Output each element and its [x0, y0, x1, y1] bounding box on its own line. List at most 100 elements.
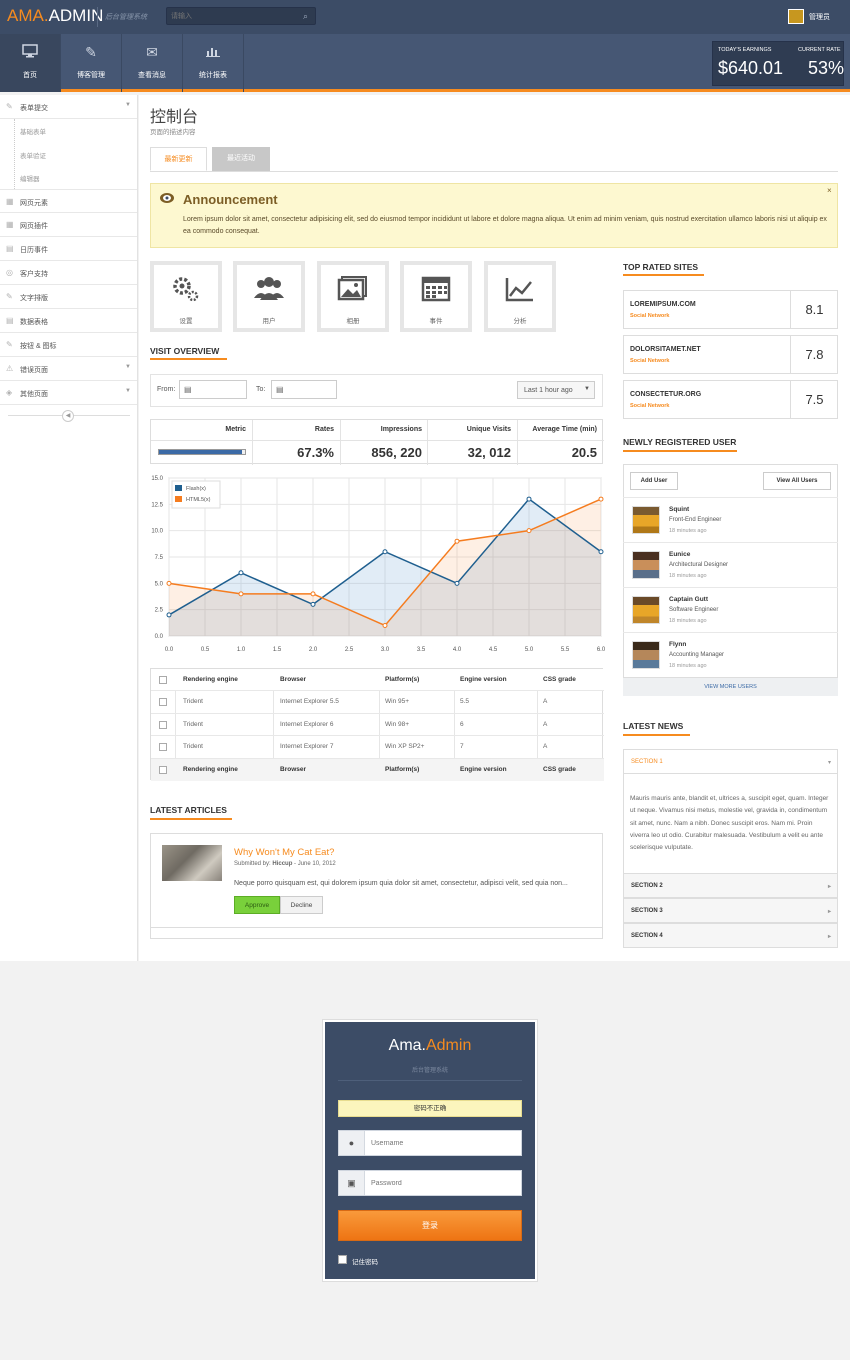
- sidebar-item-label: 网页插件: [20, 223, 48, 230]
- sidebar-item-forms[interactable]: ✎ 表单提交 ▼: [0, 95, 137, 119]
- sidebar-item-support[interactable]: ◎ 客户支持: [0, 261, 137, 285]
- user-list-item[interactable]: Flynn Accounting Manager 18 minutes ago: [623, 632, 838, 677]
- user-list-item[interactable]: Captain Gutt Software Engineer 18 minutes …: [623, 587, 838, 632]
- article-footer-divider: [150, 927, 603, 928]
- top-site-item[interactable]: LOREMIPSUM.COM Social Network 8.1: [623, 290, 838, 329]
- chart-x-tick-label: 6.0: [597, 647, 606, 653]
- search-input[interactable]: [171, 10, 291, 22]
- nav-item-home[interactable]: 首页: [0, 34, 61, 92]
- view-all-users-button[interactable]: View All Users: [763, 472, 831, 490]
- time-range-select[interactable]: Last 1 hour ago ▼: [517, 381, 595, 399]
- sidebar-item-elements[interactable]: ▦ 网页元素: [0, 189, 137, 213]
- site-score: 8.1: [790, 291, 838, 328]
- sidebar-item-typography[interactable]: ✎ 文字排版: [0, 285, 137, 309]
- pictures-icon: [321, 274, 385, 308]
- sidebar-subitem-basic-form[interactable]: 基础表单: [20, 126, 46, 136]
- chart-x-tick-label: 4.0: [453, 647, 462, 653]
- remember-label[interactable]: 记住密码: [352, 1256, 378, 1266]
- top-site-item[interactable]: DOLORSITAMET.NET Social Network 7.8: [623, 335, 838, 374]
- user-avatar[interactable]: [788, 9, 804, 24]
- accordion-section-4[interactable]: SECTION 4 ▸: [623, 923, 838, 948]
- user-list-item[interactable]: Eunice Architectural Designer 18 minutes a…: [623, 542, 838, 587]
- sidebar-subitem-editor[interactable]: 编辑器: [20, 173, 40, 183]
- table-cell: Win 95+: [385, 698, 410, 706]
- table-cell: Trident: [183, 698, 203, 706]
- user-list-item[interactable]: Squint Front-End Engineer 18 minutes ago: [623, 497, 838, 542]
- nav-item-blog[interactable]: ✎ 博客管理: [61, 34, 122, 92]
- nav-item-messages[interactable]: ✉ 查看消息: [122, 34, 183, 92]
- page-title: 控制台: [150, 109, 199, 126]
- table-cell: A: [543, 720, 548, 728]
- site-score: 7.8: [790, 336, 838, 373]
- user-name[interactable]: 管理员: [809, 12, 830, 22]
- to-date-input[interactable]: ▤: [271, 380, 337, 399]
- sidebar-item-buttons[interactable]: ✎ 按钮 & 图标: [0, 333, 137, 357]
- tile-users[interactable]: 用户: [233, 261, 305, 332]
- table-cell: A: [543, 698, 548, 706]
- table-header-cell[interactable]: Browser: [280, 676, 306, 683]
- table-header-cell[interactable]: Rendering engine: [183, 676, 238, 683]
- approve-button[interactable]: Approve: [234, 896, 280, 914]
- grid-icon: ▦: [6, 197, 14, 206]
- sidebar-item-label: 错误页面: [20, 367, 48, 374]
- visit-overview-heading: VISIT OVERVIEW: [150, 346, 220, 356]
- password-input[interactable]: [371, 1177, 511, 1189]
- accordion-section-1[interactable]: SECTION 1 ▾: [623, 749, 838, 774]
- sidebar-collapse-button[interactable]: ◀: [62, 410, 74, 422]
- sidebar-item-calendar[interactable]: ▤ 日历事件: [0, 237, 137, 261]
- nav-item-reports[interactable]: 统计报表: [183, 34, 244, 92]
- latest-news-heading: LATEST NEWS: [623, 721, 684, 731]
- bar-chart-icon: [183, 44, 243, 64]
- table-header-cell[interactable]: Engine version: [460, 676, 507, 683]
- accordion-section-2[interactable]: SECTION 2 ▸: [623, 873, 838, 898]
- row-checkbox[interactable]: [159, 743, 167, 752]
- top-site-item[interactable]: CONSECTETUR.ORG Social Network 7.5: [623, 380, 838, 419]
- chart-x-tick-label: 4.5: [489, 647, 498, 653]
- tab-recent-activity[interactable]: 最近活动: [212, 147, 270, 171]
- to-label: To:: [256, 386, 266, 393]
- sidebar-subitem-form-validation[interactable]: 表单验证: [20, 150, 46, 160]
- username-input[interactable]: [371, 1137, 511, 1149]
- logo-ama: AMA.: [7, 6, 49, 25]
- select-all-checkbox[interactable]: [159, 676, 167, 684]
- sidebar-item-other-pages[interactable]: ◈ 其他页面 ▼: [0, 381, 137, 405]
- lock-icon: ▣: [339, 1171, 365, 1195]
- nav-label: 博客管理: [77, 72, 105, 79]
- user-item-role: Front-End Engineer: [669, 517, 722, 523]
- tile-events[interactable]: 事件: [400, 261, 472, 332]
- decline-button[interactable]: Decline: [280, 896, 323, 914]
- from-date-input[interactable]: ▤: [179, 380, 247, 399]
- chart-x-tick-label: 1.5: [273, 647, 282, 653]
- table-header-cell[interactable]: CSS grade: [543, 676, 576, 683]
- tab-latest-updates[interactable]: 最新更新: [150, 147, 207, 171]
- metrics-header: Unique Visits: [466, 426, 511, 433]
- view-more-users-link[interactable]: VIEW MORE USERS: [623, 677, 838, 696]
- article-thumbnail[interactable]: [162, 845, 222, 881]
- close-icon[interactable]: ×: [827, 186, 832, 195]
- nav-label: 统计报表: [199, 72, 227, 79]
- sidebar-item-plugins[interactable]: ▦ 网页插件: [0, 213, 137, 237]
- add-user-button[interactable]: Add User: [630, 472, 678, 490]
- article-author[interactable]: Hiccup: [272, 861, 292, 867]
- select-all-checkbox[interactable]: [159, 765, 167, 774]
- tile-settings[interactable]: 设置: [150, 261, 222, 332]
- tile-analytics[interactable]: 分析: [484, 261, 556, 332]
- search-icon[interactable]: ⌕: [303, 11, 313, 21]
- row-checkbox[interactable]: [159, 720, 167, 729]
- metric-unique-visits-value: 32, 012: [467, 445, 511, 460]
- accordion-section-3[interactable]: SECTION 3 ▸: [623, 898, 838, 923]
- sidebar-item-error-pages[interactable]: ⚠ 错误页面 ▼: [0, 357, 137, 381]
- remember-checkbox[interactable]: [338, 1255, 347, 1264]
- tile-gallery[interactable]: 相册: [317, 261, 389, 332]
- page-description: 页面的描述内容: [150, 129, 196, 136]
- row-checkbox[interactable]: [159, 698, 167, 707]
- article-title[interactable]: Why Won't My Cat Eat?: [234, 847, 334, 858]
- table-header-cell[interactable]: Platform(s): [385, 676, 419, 683]
- login-button[interactable]: 登录: [338, 1210, 522, 1241]
- metric-progress-bar: [158, 449, 246, 455]
- sidebar-item-label: 按钮 & 图标: [20, 343, 57, 350]
- table-cell: 5.5: [460, 698, 470, 706]
- sidebar-item-tables[interactable]: ▤ 数据表格: [0, 309, 137, 333]
- logo[interactable]: AMA.ADMIN: [7, 6, 103, 26]
- tile-label: 事件: [429, 318, 443, 325]
